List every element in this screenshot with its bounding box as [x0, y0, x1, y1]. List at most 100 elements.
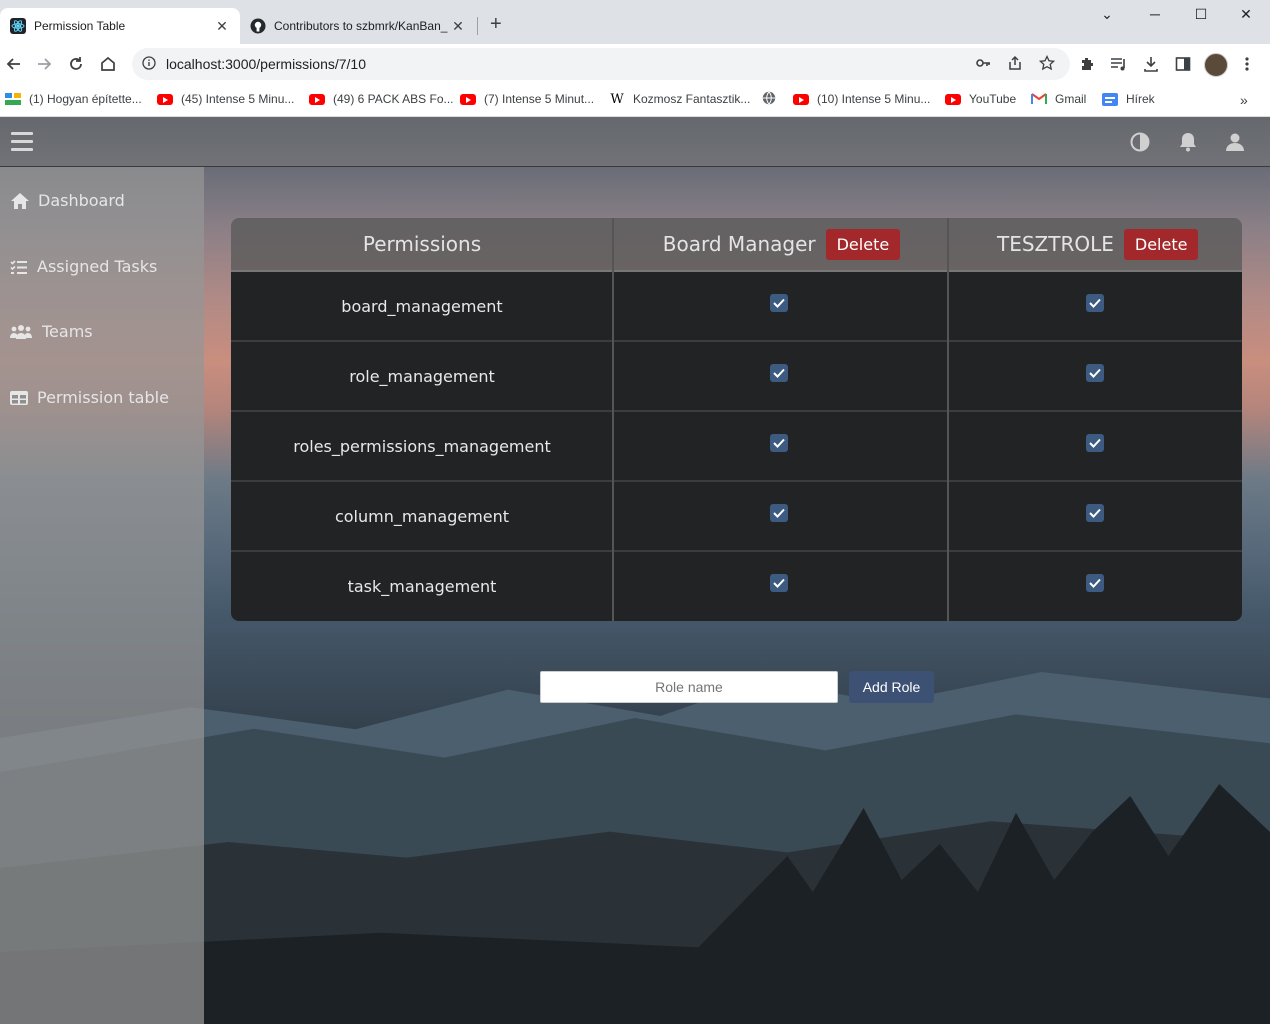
bookmarks-bar: (1) Hogyan építette... (45) Intense 5 Mi… — [0, 84, 1270, 117]
add-role-button[interactable]: Add Role — [849, 671, 934, 703]
theme-toggle-icon[interactable] — [1129, 131, 1151, 153]
tab-separator — [477, 17, 478, 35]
bookmark-label: Kozmosz Fantasztik... — [633, 92, 751, 106]
bell-icon[interactable] — [1177, 131, 1199, 153]
bookmark-item[interactable]: (45) Intense 5 Minu... — [157, 92, 294, 106]
profile-avatar[interactable] — [1204, 53, 1228, 77]
bookmark-label: (7) Intense 5 Minut... — [484, 92, 595, 106]
users-icon — [10, 323, 32, 341]
sidebar-item-teams[interactable]: Teams — [10, 322, 93, 341]
back-icon[interactable] — [4, 54, 24, 74]
bookmark-item[interactable]: (7) Intense 5 Minut... — [460, 92, 594, 106]
key-icon[interactable] — [974, 54, 992, 72]
browser-toolbar: localhost:3000/permissions/7/10 — [0, 44, 1270, 84]
maximize-icon[interactable]: ☐ — [1186, 6, 1216, 23]
chevron-down-icon[interactable]: ⌄ — [1092, 6, 1122, 23]
role-name: TESZTROLE — [997, 232, 1114, 256]
sidebar-item-permission-table[interactable]: Permission table — [10, 388, 169, 407]
sidebar-item-label: Permission table — [37, 388, 169, 407]
permission-checkbox[interactable] — [1086, 434, 1104, 452]
tab-contributors[interactable]: Contributors to szbmrk/KanBan_ ✕ — [240, 8, 476, 44]
delete-role-button[interactable]: Delete — [825, 228, 901, 260]
sidebar-item-dashboard[interactable]: Dashboard — [10, 191, 125, 210]
browser-tabstrip: Permission Table ✕ Contributors to szbmr… — [0, 0, 1270, 44]
bookmark-label: (45) Intense 5 Minu... — [181, 92, 295, 106]
menu-dots-icon[interactable] — [1237, 54, 1257, 74]
user-icon[interactable] — [1224, 131, 1246, 153]
permission-checkbox[interactable] — [1086, 574, 1104, 592]
role-name: Board Manager — [662, 232, 816, 256]
bookmark-label: (1) Hogyan építette... — [29, 92, 142, 106]
permission-checkbox[interactable] — [770, 434, 788, 452]
permission-name: task_management — [347, 576, 497, 596]
youtube-icon — [309, 93, 325, 105]
youtube-icon — [945, 93, 961, 105]
url-text: localhost:3000/permissions/7/10 — [166, 56, 367, 72]
permission-checkbox[interactable] — [770, 504, 788, 522]
task-list-icon — [10, 258, 28, 276]
bookmark-label: Gmail — [1055, 92, 1087, 106]
more-bookmarks-icon[interactable]: » — [1240, 92, 1248, 108]
bookmark-label: (49) 6 PACK ABS Fo... — [333, 92, 454, 106]
bookmark-item[interactable]: YouTube — [945, 92, 1016, 106]
close-icon[interactable]: ✕ — [450, 18, 466, 35]
media-queue-icon[interactable] — [1109, 54, 1129, 74]
tab-permission-table[interactable]: Permission Table ✕ — [0, 8, 240, 44]
table-row: roles_permissions_management — [231, 412, 1242, 482]
permission-name: column_management — [334, 506, 510, 526]
bookmark-label: Hírek — [1126, 92, 1155, 106]
bookmark-label: YouTube — [969, 92, 1017, 106]
table-row: role_management — [231, 342, 1242, 412]
close-icon[interactable]: ✕ — [214, 18, 230, 35]
permission-checkbox[interactable] — [770, 574, 788, 592]
hamburger-menu-icon[interactable] — [11, 132, 33, 156]
reload-icon[interactable] — [66, 54, 86, 74]
address-bar[interactable]: localhost:3000/permissions/7/10 — [132, 48, 1070, 80]
role-name-input[interactable] — [540, 671, 838, 703]
permission-table: Permissions Board Manager Delete TESZTRO… — [231, 218, 1242, 621]
table-row: board_management — [231, 272, 1242, 342]
column-header-role: Board Manager Delete — [615, 218, 948, 270]
sidebar: Dashboard Assigned Tasks Teams Permissio… — [0, 167, 204, 1024]
generic-site-icon — [5, 93, 21, 105]
sidebar-item-assigned-tasks[interactable]: Assigned Tasks — [10, 257, 157, 276]
star-icon[interactable] — [1038, 54, 1056, 72]
bookmark-item[interactable] — [761, 91, 785, 105]
download-icon[interactable] — [1141, 54, 1161, 74]
app-root: Dashboard Assigned Tasks Teams Permissio… — [0, 117, 1270, 1024]
home-icon — [10, 192, 30, 210]
bookmark-item[interactable]: Hírek — [1102, 92, 1155, 106]
forward-icon[interactable] — [34, 54, 54, 74]
tab-title: Permission Table — [34, 19, 126, 33]
table-header: Permissions Board Manager Delete TESZTRO… — [231, 218, 1242, 272]
home-icon[interactable] — [98, 54, 118, 74]
permission-checkbox[interactable] — [1086, 504, 1104, 522]
permission-checkbox[interactable] — [770, 294, 788, 312]
share-icon[interactable] — [1006, 54, 1024, 72]
new-tab-icon[interactable]: + — [490, 14, 502, 34]
window-close-icon[interactable]: ✕ — [1231, 6, 1261, 23]
site-info-icon[interactable] — [142, 55, 156, 73]
wikipedia-icon: W — [610, 91, 624, 107]
youtube-icon — [793, 93, 809, 105]
bookmark-item[interactable]: (10) Intense 5 Minu... — [793, 92, 930, 106]
minimize-icon[interactable]: ─ — [1140, 6, 1170, 22]
bookmark-item[interactable]: (49) 6 PACK ABS Fo... — [309, 92, 454, 106]
permission-checkbox[interactable] — [1086, 364, 1104, 382]
bookmark-item[interactable]: (1) Hogyan építette... — [5, 92, 142, 106]
sidebar-item-label: Teams — [42, 322, 93, 341]
table-row: column_management — [231, 482, 1242, 552]
permission-checkbox[interactable] — [1086, 294, 1104, 312]
extensions-icon[interactable] — [1077, 54, 1097, 74]
table-body: board_management role_management roles_p… — [231, 272, 1242, 621]
permission-name: role_management — [349, 366, 495, 386]
globe-icon — [761, 91, 777, 105]
bookmark-item[interactable]: Gmail — [1031, 92, 1086, 106]
permission-checkbox[interactable] — [770, 364, 788, 382]
youtube-icon — [460, 93, 476, 105]
table-row: task_management — [231, 552, 1242, 621]
bookmark-item[interactable]: W Kozmosz Fantasztik... — [609, 91, 751, 107]
column-divider — [612, 218, 614, 621]
side-panel-icon[interactable] — [1173, 54, 1193, 74]
delete-role-button[interactable]: Delete — [1123, 228, 1199, 260]
